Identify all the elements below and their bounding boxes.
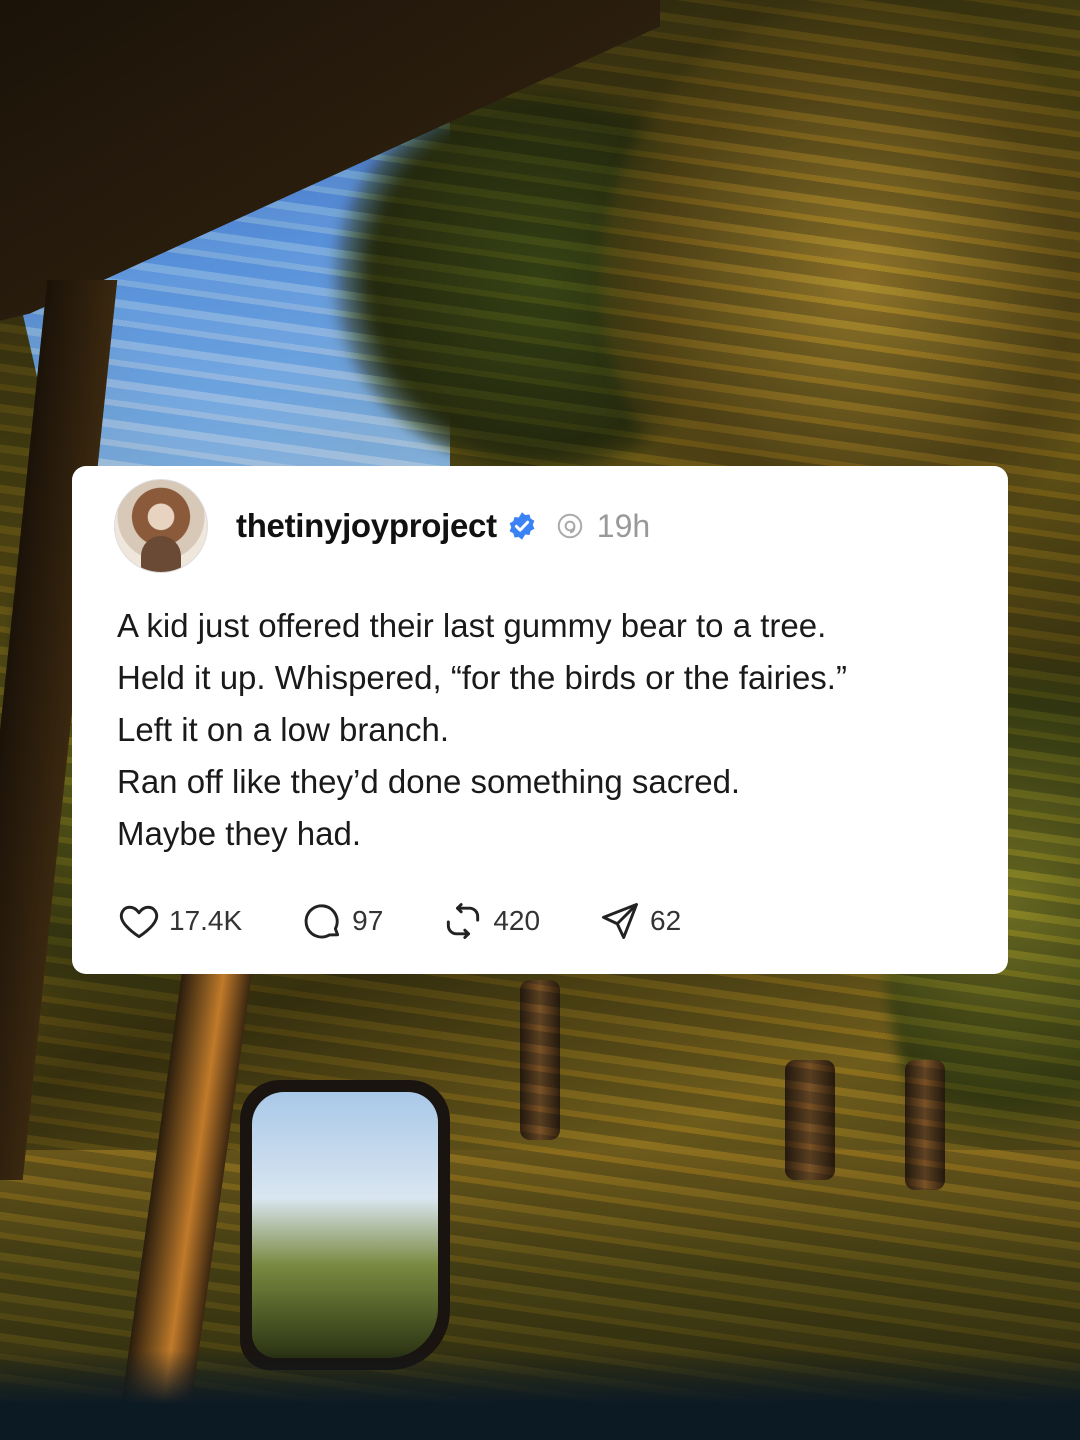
car-door-edge (0, 1350, 1080, 1440)
post-line: A kid just offered their last gummy bear… (117, 607, 827, 644)
post-line: Held it up. Whispered, “for the birds or… (117, 659, 847, 696)
share-icon (602, 903, 639, 939)
share-button[interactable]: 62 (598, 899, 681, 943)
threads-icon (557, 513, 583, 539)
post-line: Ran off like they’d done something sacre… (117, 763, 741, 800)
post-body: A kid just offered their last gummy bear… (117, 600, 977, 860)
share-count: 62 (650, 905, 682, 936)
reply-button[interactable]: 97 (300, 899, 383, 943)
repost-count: 420 (493, 905, 541, 936)
like-count: 17.4K (169, 905, 243, 936)
reply-count: 97 (352, 905, 384, 936)
post-card: thetinyjoyproject 19h A kid just offered… (72, 466, 1008, 974)
side-mirror (240, 1080, 450, 1370)
post-line: Maybe they had. (117, 815, 361, 852)
repost-icon (447, 903, 480, 939)
heart-icon (119, 905, 159, 939)
comment-icon (304, 904, 340, 939)
verified-badge-icon (509, 512, 535, 540)
like-button[interactable]: 17.4K (117, 899, 242, 943)
post-actions: 17.4K 97 420 62 (117, 896, 739, 946)
username[interactable]: thetinyjoyproject (236, 507, 497, 545)
avatar[interactable] (114, 479, 208, 573)
post-header: thetinyjoyproject 19h (114, 476, 650, 576)
repost-button[interactable]: 420 (441, 899, 540, 943)
side-mirror-glass (252, 1092, 438, 1358)
post-timestamp: 19h (596, 507, 651, 544)
post-line: Left it on a low branch. (117, 711, 450, 748)
